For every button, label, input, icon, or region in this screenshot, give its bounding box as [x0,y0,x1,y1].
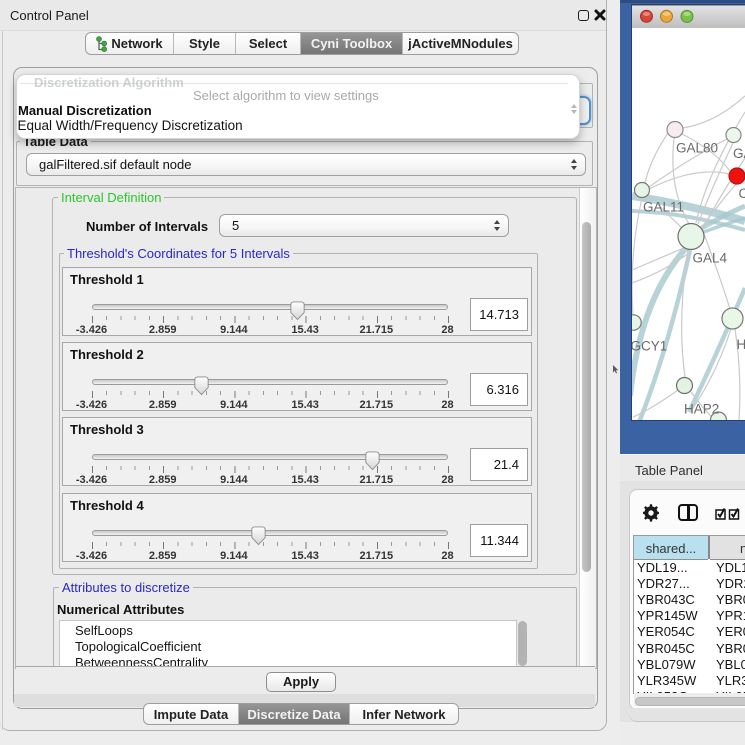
svg-text:HI: HI [737,337,745,352]
svg-text:GAL11: GAL11 [643,200,684,215]
svg-text:C: C [739,186,745,201]
svg-text:GA: GA [733,146,745,161]
svg-text:GAL80: GAL80 [676,141,718,156]
svg-text:GCY1: GCY1 [632,339,667,354]
svg-text:GAL4: GAL4 [693,251,728,266]
svg-text:HAP2: HAP2 [684,402,719,417]
